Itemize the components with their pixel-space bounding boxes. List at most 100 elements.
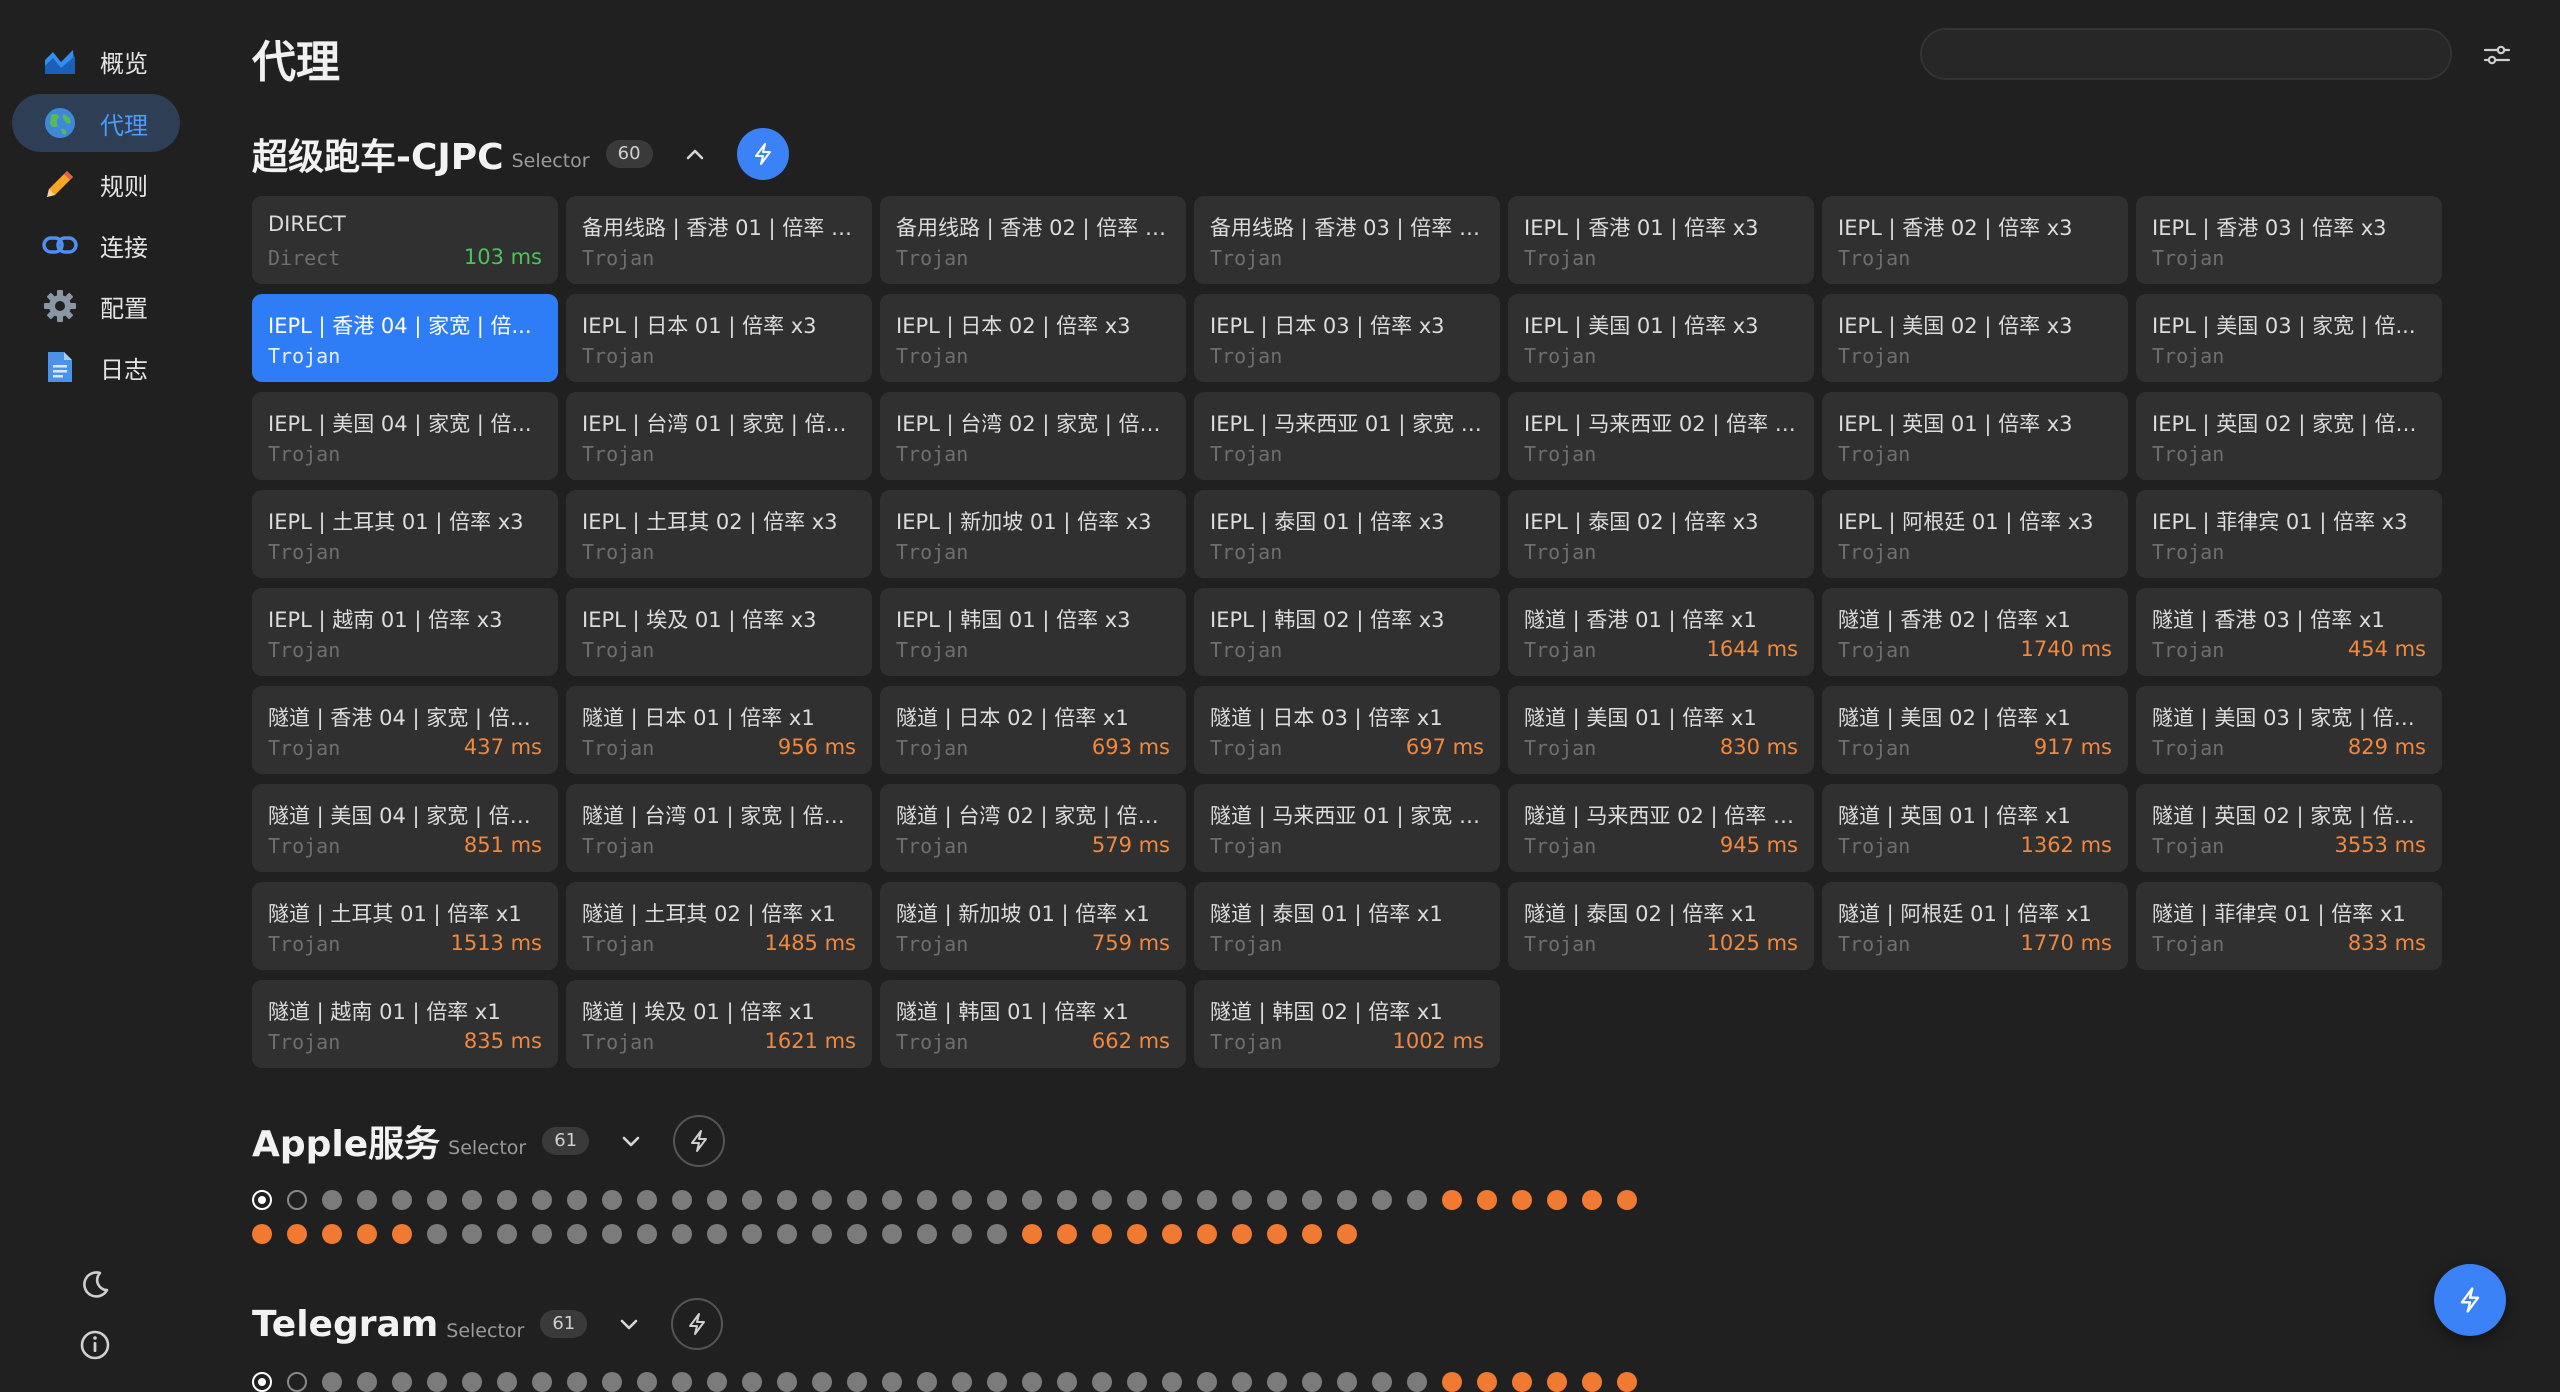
proxy-dot[interactable] <box>427 1224 447 1244</box>
proxy-dot[interactable] <box>1582 1372 1602 1392</box>
proxy-dot[interactable] <box>707 1190 727 1210</box>
proxy-card[interactable]: 隧道 | 美国 01 | 倍率 x1 Trojan 830 ms <box>1508 686 1814 774</box>
proxy-dot[interactable] <box>1372 1372 1392 1392</box>
proxy-dot[interactable] <box>987 1372 1007 1392</box>
proxy-dot[interactable] <box>1547 1190 1567 1210</box>
proxy-card[interactable]: 隧道 | 台湾 02 | 家宽 | 倍率... Trojan 579 ms <box>880 784 1186 872</box>
proxy-card[interactable]: 备用线路 | 香港 01 | 倍率 x3 Trojan <box>566 196 872 284</box>
proxy-dot[interactable] <box>252 1224 272 1244</box>
proxy-dot[interactable] <box>532 1190 552 1210</box>
proxy-dot[interactable] <box>1092 1224 1112 1244</box>
proxy-card[interactable]: 隧道 | 美国 02 | 倍率 x1 Trojan 917 ms <box>1822 686 2128 774</box>
proxy-dot[interactable] <box>497 1224 517 1244</box>
filter-settings-icon[interactable] <box>2476 34 2518 76</box>
proxy-dot[interactable] <box>322 1372 342 1392</box>
proxy-card[interactable]: IEPL | 台湾 02 | 家宽 | 倍率... Trojan <box>880 392 1186 480</box>
proxy-dot[interactable] <box>252 1190 272 1210</box>
proxy-card[interactable]: IEPL | 日本 01 | 倍率 x3 Trojan <box>566 294 872 382</box>
proxy-card[interactable]: IEPL | 菲律宾 01 | 倍率 x3 Trojan <box>2136 490 2442 578</box>
proxy-card[interactable]: IEPL | 土耳其 02 | 倍率 x3 Trojan <box>566 490 872 578</box>
proxy-dot[interactable] <box>1057 1224 1077 1244</box>
proxy-dot[interactable] <box>742 1372 762 1392</box>
proxy-card[interactable]: IEPL | 香港 04 | 家宽 | 倍... Trojan <box>252 294 558 382</box>
proxy-dot[interactable] <box>1232 1190 1252 1210</box>
proxy-card[interactable]: IEPL | 新加坡 01 | 倍率 x3 Trojan <box>880 490 1186 578</box>
proxy-dot[interactable] <box>847 1224 867 1244</box>
proxy-dot[interactable] <box>1057 1190 1077 1210</box>
proxy-dot[interactable] <box>1162 1190 1182 1210</box>
proxy-dot[interactable] <box>287 1372 307 1392</box>
proxy-card[interactable]: IEPL | 泰国 02 | 倍率 x3 Trojan <box>1508 490 1814 578</box>
proxy-dot[interactable] <box>742 1224 762 1244</box>
proxy-dot[interactable] <box>392 1372 412 1392</box>
proxy-dot[interactable] <box>917 1224 937 1244</box>
proxy-card[interactable]: IEPL | 越南 01 | 倍率 x3 Trojan <box>252 588 558 676</box>
sidebar-item-proxies[interactable]: 代理 <box>12 94 180 152</box>
proxy-dot[interactable] <box>812 1372 832 1392</box>
proxy-dot[interactable] <box>672 1224 692 1244</box>
proxy-card[interactable]: IEPL | 泰国 01 | 倍率 x3 Trojan <box>1194 490 1500 578</box>
chevron-down-icon[interactable] <box>615 1125 647 1157</box>
proxy-dot[interactable] <box>1407 1372 1427 1392</box>
sidebar-item-connections[interactable]: 连接 <box>12 216 180 274</box>
proxy-card[interactable]: IEPL | 马来西亚 01 | 家宽 | ... Trojan <box>1194 392 1500 480</box>
proxy-dot[interactable] <box>1267 1372 1287 1392</box>
proxy-dot[interactable] <box>322 1190 342 1210</box>
proxy-dot[interactable] <box>602 1372 622 1392</box>
proxy-dot[interactable] <box>287 1190 307 1210</box>
proxy-dot[interactable] <box>1617 1372 1637 1392</box>
proxy-card[interactable]: 隧道 | 埃及 01 | 倍率 x1 Trojan 1621 ms <box>566 980 872 1068</box>
proxy-dot[interactable] <box>1337 1372 1357 1392</box>
proxy-dot[interactable] <box>462 1372 482 1392</box>
proxy-card[interactable]: 备用线路 | 香港 02 | 倍率 x3 Trojan <box>880 196 1186 284</box>
proxy-dot[interactable] <box>1407 1190 1427 1210</box>
proxy-dot[interactable] <box>287 1224 307 1244</box>
proxy-card[interactable]: IEPL | 马来西亚 02 | 倍率 x3 Trojan <box>1508 392 1814 480</box>
proxy-card[interactable]: 隧道 | 泰国 02 | 倍率 x1 Trojan 1025 ms <box>1508 882 1814 970</box>
proxy-card[interactable]: 隧道 | 英国 01 | 倍率 x1 Trojan 1362 ms <box>1822 784 2128 872</box>
proxy-card[interactable]: IEPL | 美国 01 | 倍率 x3 Trojan <box>1508 294 1814 382</box>
proxy-dot[interactable] <box>1302 1190 1322 1210</box>
proxy-dot[interactable] <box>1127 1190 1147 1210</box>
proxy-dot[interactable] <box>567 1190 587 1210</box>
proxy-card[interactable]: 隧道 | 泰国 01 | 倍率 x1 Trojan <box>1194 882 1500 970</box>
proxy-card[interactable]: DIRECT Direct 103 ms <box>252 196 558 284</box>
proxy-dot[interactable] <box>637 1190 657 1210</box>
proxy-dot[interactable] <box>1162 1372 1182 1392</box>
proxy-card[interactable]: IEPL | 韩国 02 | 倍率 x3 Trojan <box>1194 588 1500 676</box>
proxy-dot[interactable] <box>497 1372 517 1392</box>
proxy-card[interactable]: IEPL | 日本 03 | 倍率 x3 Trojan <box>1194 294 1500 382</box>
proxy-dot[interactable] <box>462 1224 482 1244</box>
proxy-card[interactable]: 隧道 | 香港 02 | 倍率 x1 Trojan 1740 ms <box>1822 588 2128 676</box>
proxy-card[interactable]: 隧道 | 韩国 02 | 倍率 x1 Trojan 1002 ms <box>1194 980 1500 1068</box>
proxy-dot[interactable] <box>987 1224 1007 1244</box>
proxy-dot[interactable] <box>1127 1372 1147 1392</box>
proxy-dot[interactable] <box>1197 1190 1217 1210</box>
proxy-dot[interactable] <box>1302 1372 1322 1392</box>
proxy-dot[interactable] <box>392 1224 412 1244</box>
chevron-down-icon[interactable] <box>613 1308 645 1340</box>
proxy-dot[interactable] <box>1057 1372 1077 1392</box>
latency-test-button[interactable] <box>673 1115 726 1167</box>
proxy-card[interactable]: 隧道 | 新加坡 01 | 倍率 x1 Trojan 759 ms <box>880 882 1186 970</box>
info-icon[interactable] <box>78 1328 112 1362</box>
global-latency-test-button[interactable] <box>2434 1264 2506 1336</box>
proxy-card[interactable]: IEPL | 香港 02 | 倍率 x3 Trojan <box>1822 196 2128 284</box>
proxy-card[interactable]: IEPL | 韩国 01 | 倍率 x3 Trojan <box>880 588 1186 676</box>
proxy-card[interactable]: 隧道 | 日本 01 | 倍率 x1 Trojan 956 ms <box>566 686 872 774</box>
proxy-card[interactable]: 隧道 | 日本 03 | 倍率 x1 Trojan 697 ms <box>1194 686 1500 774</box>
proxy-dot[interactable] <box>1092 1190 1112 1210</box>
proxy-dot[interactable] <box>777 1224 797 1244</box>
proxy-card[interactable]: 隧道 | 香港 01 | 倍率 x1 Trojan 1644 ms <box>1508 588 1814 676</box>
proxy-dot[interactable] <box>672 1372 692 1392</box>
proxy-dot[interactable] <box>777 1372 797 1392</box>
proxy-card[interactable]: 隧道 | 马来西亚 01 | 家宽 | ... Trojan <box>1194 784 1500 872</box>
proxy-dot[interactable] <box>1232 1224 1252 1244</box>
proxy-card[interactable]: IEPL | 美国 02 | 倍率 x3 Trojan <box>1822 294 2128 382</box>
proxy-dot[interactable] <box>812 1224 832 1244</box>
proxy-dot[interactable] <box>1582 1190 1602 1210</box>
proxy-dot[interactable] <box>882 1224 902 1244</box>
sidebar-item-overview[interactable]: 概览 <box>12 32 180 90</box>
proxy-dot[interactable] <box>637 1224 657 1244</box>
proxy-dot[interactable] <box>532 1224 552 1244</box>
